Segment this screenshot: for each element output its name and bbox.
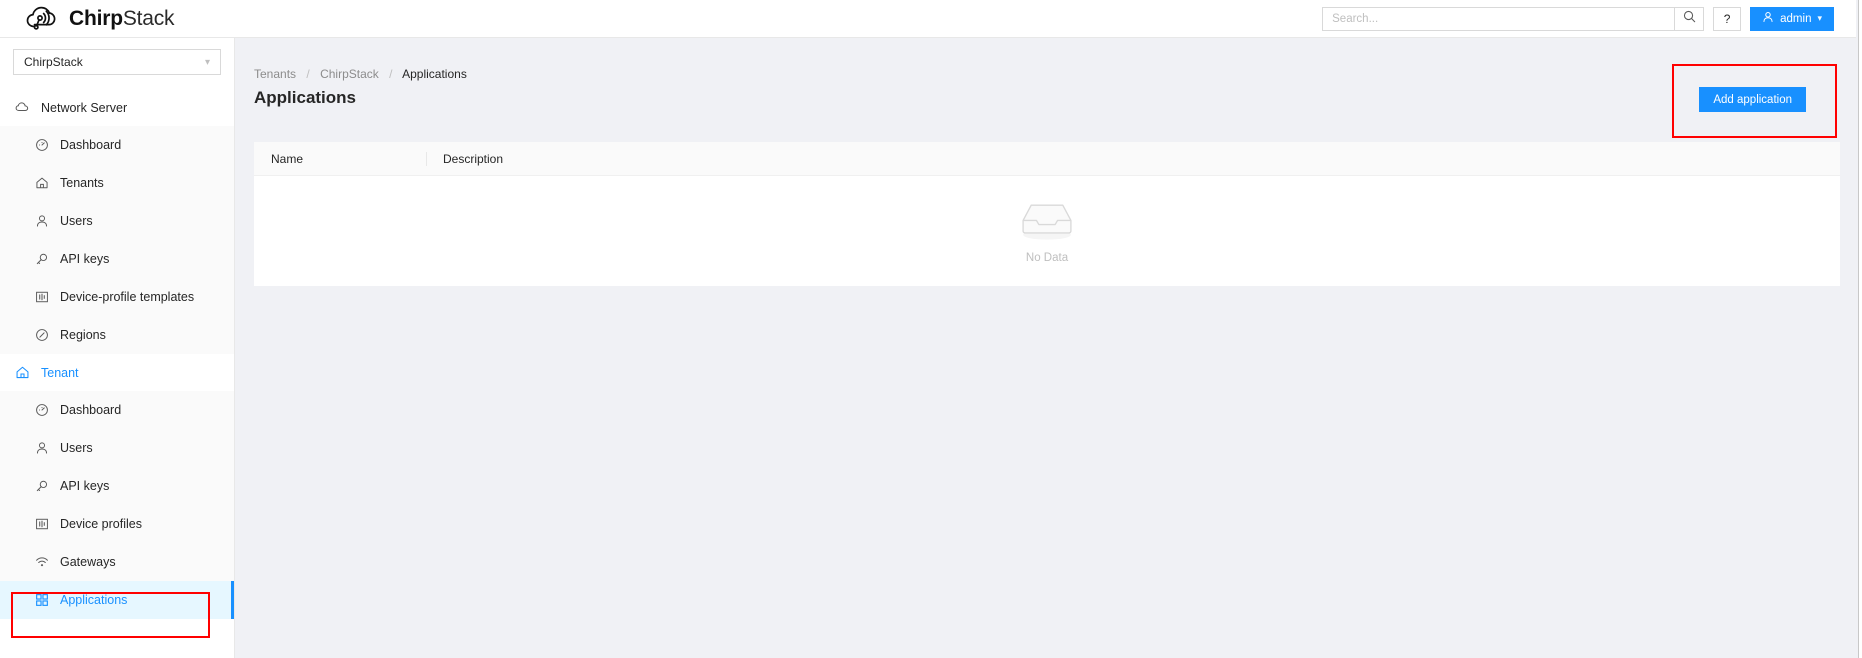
dashboard-gauge-icon	[34, 138, 49, 153]
global-search	[1322, 6, 1705, 31]
breadcrumb-separator: /	[389, 67, 393, 81]
search-icon	[1683, 10, 1696, 28]
sidebar-group-tenant[interactable]: Tenant	[0, 354, 234, 391]
sidebar-item-api-keys-tenant[interactable]: API keys	[0, 467, 234, 505]
column-header-description: Description	[426, 142, 1840, 176]
tenant-selector-value: ChirpStack	[24, 55, 83, 69]
top-navigation-bar: ChirpStack ?	[0, 0, 1856, 38]
sidebar-group-tenant-items: Dashboard Users API keys Device profiles…	[0, 391, 234, 619]
sidebar-item-label: Regions	[60, 328, 106, 342]
user-icon	[1762, 11, 1774, 26]
sidebar-item-label: Device-profile templates	[60, 290, 195, 304]
breadcrumb-separator: /	[306, 67, 310, 81]
compass-icon	[34, 328, 49, 343]
key-icon	[34, 479, 49, 494]
sidebar-item-users-ns[interactable]: Users	[0, 202, 234, 240]
help-button[interactable]: ?	[1713, 6, 1742, 31]
sidebar-item-label: API keys	[60, 479, 110, 493]
column-header-name: Name	[271, 151, 304, 166]
sidebar: ChirpStack ▾ Network Server Dashboard Te…	[0, 38, 235, 658]
device-profile-icon	[34, 290, 49, 305]
add-application-button[interactable]: Add application	[1699, 87, 1806, 112]
sidebar-group-network-server[interactable]: Network Server	[0, 89, 234, 126]
cloud-signal-icon	[26, 6, 60, 32]
grid-apps-icon	[34, 593, 49, 608]
user-icon	[34, 441, 49, 456]
empty-state-label: No Data	[1025, 252, 1069, 264]
cloud-icon	[15, 100, 30, 115]
sidebar-item-label: Tenants	[60, 176, 104, 190]
home-icon	[34, 176, 49, 191]
sidebar-item-users-tenant[interactable]: Users	[0, 429, 234, 467]
sidebar-group-label: Tenant	[41, 365, 79, 380]
table-body-empty: No Data	[254, 176, 1840, 286]
sidebar-item-label: Applications	[60, 593, 128, 607]
breadcrumb-item-chirpstack[interactable]: ChirpStack	[320, 67, 379, 81]
sidebar-item-device-profile-templates[interactable]: Device-profile templates	[0, 278, 234, 316]
account-menu-button[interactable]: admin ▾	[1750, 6, 1834, 31]
sidebar-item-regions[interactable]: Regions	[0, 316, 234, 354]
sidebar-menu: Network Server Dashboard Tenants Users A…	[0, 89, 234, 619]
sidebar-item-device-profiles[interactable]: Device profiles	[0, 505, 234, 543]
search-button[interactable]	[1674, 6, 1705, 31]
top-bar-actions: ? admin ▾	[1322, 6, 1834, 31]
breadcrumb-item-applications: Applications	[402, 67, 467, 81]
brand-name-bold: Chirp	[69, 6, 123, 30]
page-title: Applications	[254, 88, 357, 107]
dashboard-gauge-icon	[34, 403, 49, 418]
sidebar-group-network-server-items: Dashboard Tenants Users API keys Device-…	[0, 126, 234, 354]
chevron-down-icon: ▾	[1817, 13, 1822, 23]
sidebar-item-label: API keys	[60, 252, 110, 266]
table-header-row: Name Description	[254, 142, 1840, 176]
account-label: admin	[1780, 12, 1812, 25]
chevron-down-icon: ▾	[204, 56, 210, 68]
sidebar-item-dashboard-tenant[interactable]: Dashboard	[0, 391, 234, 429]
brand-name-light: Stack	[122, 6, 175, 30]
brand-logo[interactable]: ChirpStack	[26, 6, 175, 32]
sidebar-item-tenants[interactable]: Tenants	[0, 164, 234, 202]
sidebar-item-label: Gateways	[60, 555, 116, 569]
sidebar-item-label: Dashboard	[60, 138, 122, 152]
sidebar-item-label: Users	[60, 441, 93, 455]
applications-table: Name Description No Data	[254, 142, 1840, 286]
window-right-edge	[1858, 0, 1859, 658]
device-profile-icon	[34, 517, 49, 532]
sidebar-item-gateways[interactable]: Gateways	[0, 543, 234, 581]
user-icon	[34, 214, 49, 229]
sidebar-item-label: Device profiles	[60, 517, 142, 531]
sidebar-item-label: Dashboard	[60, 403, 122, 417]
tenant-selector[interactable]: ChirpStack ▾	[13, 49, 221, 75]
sidebar-item-api-keys-ns[interactable]: API keys	[0, 240, 234, 278]
main-content: Tenants / ChirpStack / Applications Appl…	[235, 38, 1856, 658]
key-icon	[34, 252, 49, 267]
wifi-icon	[34, 555, 49, 570]
inbox-empty-icon	[1016, 198, 1078, 247]
breadcrumb-item-tenants[interactable]: Tenants	[254, 67, 296, 81]
sidebar-item-dashboard-ns[interactable]: Dashboard	[0, 126, 234, 164]
sidebar-group-label: Network Server	[41, 100, 128, 115]
chirpstack-app-window: ChirpStack ?	[0, 0, 1862, 658]
search-input[interactable]	[1322, 6, 1675, 31]
sidebar-item-applications[interactable]: Applications	[0, 581, 234, 619]
breadcrumb: Tenants / ChirpStack / Applications	[254, 67, 467, 81]
brand-name: ChirpStack	[69, 6, 175, 31]
sidebar-item-label: Users	[60, 214, 93, 228]
home-icon	[15, 365, 30, 380]
